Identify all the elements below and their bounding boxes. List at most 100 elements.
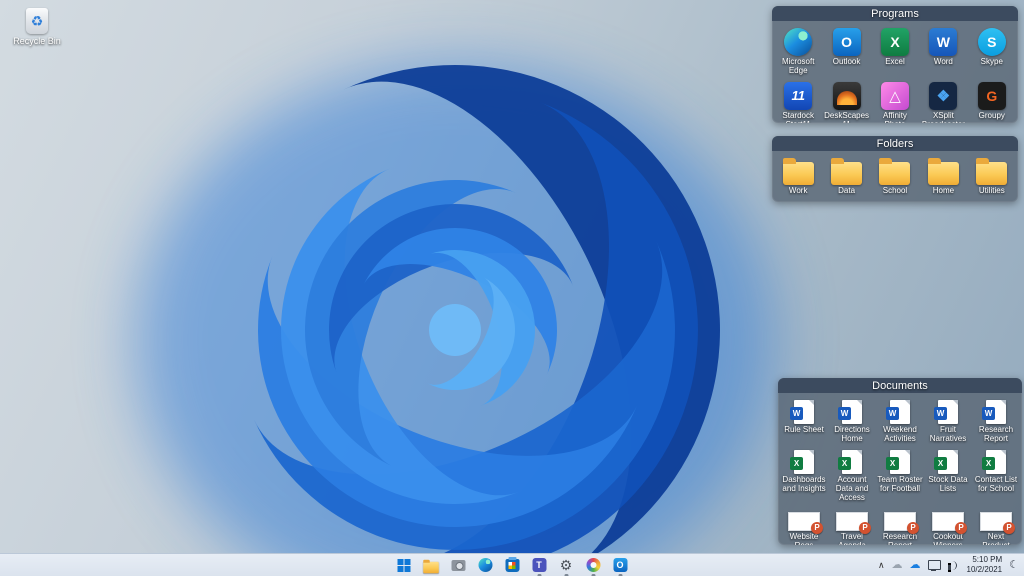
document-directions-home[interactable]: Directions Home (828, 397, 876, 447)
document-contact-list-for-school[interactable]: Contact List for School (972, 447, 1020, 506)
word-document-icon (794, 400, 814, 424)
fence-folders-title[interactable]: Folders (772, 136, 1018, 151)
file-explorer-button[interactable] (423, 557, 440, 574)
edge-button[interactable] (477, 557, 494, 574)
document-research-report-word[interactable]: Research Report (972, 397, 1020, 447)
camera-button[interactable] (450, 557, 467, 574)
program-microsoft-edge[interactable]: Microsoft Edge (774, 25, 822, 79)
excel-document-icon (938, 450, 958, 474)
powerpoint-document-icon (932, 512, 964, 531)
hidden-icons-chevron-icon[interactable]: ∧ (878, 561, 885, 570)
document-team-roster-for-football[interactable]: Team Roster for Football (876, 447, 924, 506)
recycle-bin[interactable]: ♻ Recycle Bin (8, 8, 66, 46)
outlook-icon (833, 28, 861, 56)
focus-assist-moon-icon[interactable]: ☾ (1009, 560, 1019, 571)
powerpoint-document-icon (884, 512, 916, 531)
microsoft-store-icon (505, 559, 519, 572)
fence-folders: Folders Work Data School Home Utilities (772, 136, 1018, 202)
microsoft-edge-icon (784, 28, 812, 56)
excel-icon (881, 28, 909, 56)
outlook-icon (613, 558, 627, 572)
folder-school[interactable]: School (871, 155, 919, 199)
microsoft-store-button[interactable] (504, 557, 521, 574)
fence-documents-grid: Rule Sheet Directions Home Weekend Activ… (778, 393, 1022, 545)
clock-time: 5:10 PM (967, 555, 1003, 565)
document-cookout-winners[interactable]: Cookout Winners (924, 506, 972, 545)
teams-button[interactable] (531, 557, 548, 574)
document-rule-sheet[interactable]: Rule Sheet (780, 397, 828, 447)
taskbar: ⚙ ∧ ☁ ☁ 5:10 PM 10/2/2021 ☾ (0, 553, 1024, 576)
word-document-icon (986, 400, 1006, 424)
start-button[interactable] (396, 557, 413, 574)
paint-button[interactable] (585, 557, 602, 574)
folder-utilities[interactable]: Utilities (968, 155, 1016, 199)
settings-button[interactable]: ⚙ (558, 557, 575, 574)
document-next-product-pitch[interactable]: Next Product Pitch (972, 506, 1020, 545)
onedrive-cloud-icon[interactable]: ☁ (892, 560, 903, 571)
outlook-button[interactable] (612, 557, 629, 574)
document-fruit-narratives[interactable]: Fruit Narratives (924, 397, 972, 447)
excel-document-icon (986, 450, 1006, 474)
program-outlook[interactable]: Outlook (822, 25, 870, 79)
deskscapes-11-icon (833, 82, 861, 110)
recycle-bin-icon: ♻ (26, 8, 48, 34)
program-stardock-start11[interactable]: Stardock Start11 (774, 79, 822, 123)
desktop: ♻ Recycle Bin Programs Microsoft Edge Ou… (0, 0, 1024, 576)
paint-icon (586, 558, 600, 572)
taskbar-clock[interactable]: 5:10 PM 10/2/2021 (967, 555, 1003, 575)
folder-icon (928, 162, 959, 185)
fence-documents-title[interactable]: Documents (778, 378, 1022, 393)
program-groupy[interactable]: Groupy (968, 79, 1016, 123)
fence-programs-grid: Microsoft Edge Outlook Excel Word Skype … (772, 21, 1018, 123)
file-explorer-icon (423, 561, 439, 573)
network-icon[interactable] (928, 560, 941, 571)
folder-icon (976, 162, 1007, 185)
program-affinity-photo[interactable]: Affinity Photo (871, 79, 919, 123)
onedrive-cloud-blue-icon[interactable]: ☁ (910, 560, 921, 571)
document-stock-data-lists[interactable]: Stock Data Lists (924, 447, 972, 506)
folder-data[interactable]: Data (822, 155, 870, 199)
excel-document-icon (794, 450, 814, 474)
powerpoint-document-icon (980, 512, 1012, 531)
program-word[interactable]: Word (919, 25, 967, 79)
word-icon (929, 28, 957, 56)
affinity-photo-icon (881, 82, 909, 110)
microsoft-edge-icon (478, 558, 492, 572)
folder-icon (879, 162, 910, 185)
document-travel-agenda[interactable]: Travel Agenda (828, 506, 876, 545)
document-research-report-ppt[interactable]: Research Report (876, 506, 924, 545)
skype-icon (978, 28, 1006, 56)
document-weekend-activities[interactable]: Weekend Activities (876, 397, 924, 447)
taskbar-system-tray: ∧ ☁ ☁ 5:10 PM 10/2/2021 ☾ (878, 554, 1019, 576)
word-document-icon (938, 400, 958, 424)
windows-start-icon (398, 559, 411, 572)
powerpoint-document-icon (788, 512, 820, 531)
camera-icon (451, 560, 465, 571)
program-xsplit-broadcaster[interactable]: XSplit Broadcaster (919, 79, 967, 123)
word-document-icon (842, 400, 862, 424)
excel-document-icon (890, 450, 910, 474)
fence-programs-title[interactable]: Programs (772, 6, 1018, 21)
volume-icon[interactable] (948, 560, 960, 571)
stardock-start11-icon (784, 82, 812, 110)
settings-gear-icon: ⚙ (560, 558, 573, 572)
folder-icon (783, 162, 814, 185)
recycle-bin-label: Recycle Bin (8, 36, 66, 46)
document-dashboards-and-insights[interactable]: Dashboards and Insights (780, 447, 828, 506)
program-deskscapes-11[interactable]: DeskScapes 11 (822, 79, 870, 123)
folder-work[interactable]: Work (774, 155, 822, 199)
teams-icon (532, 558, 546, 572)
xsplit-broadcaster-icon (929, 82, 957, 110)
folder-home[interactable]: Home (919, 155, 967, 199)
document-website-reqs[interactable]: Website Reqs (780, 506, 828, 545)
fence-folders-grid: Work Data School Home Utilities (772, 151, 1018, 201)
clock-date: 10/2/2021 (967, 565, 1003, 575)
program-skype[interactable]: Skype (968, 25, 1016, 79)
taskbar-center-icons: ⚙ (396, 554, 629, 576)
document-account-data-and-access[interactable]: Account Data and Access (828, 447, 876, 506)
powerpoint-document-icon (836, 512, 868, 531)
groupy-icon (978, 82, 1006, 110)
program-excel[interactable]: Excel (871, 25, 919, 79)
excel-document-icon (842, 450, 862, 474)
fence-programs: Programs Microsoft Edge Outlook Excel Wo… (772, 6, 1018, 123)
